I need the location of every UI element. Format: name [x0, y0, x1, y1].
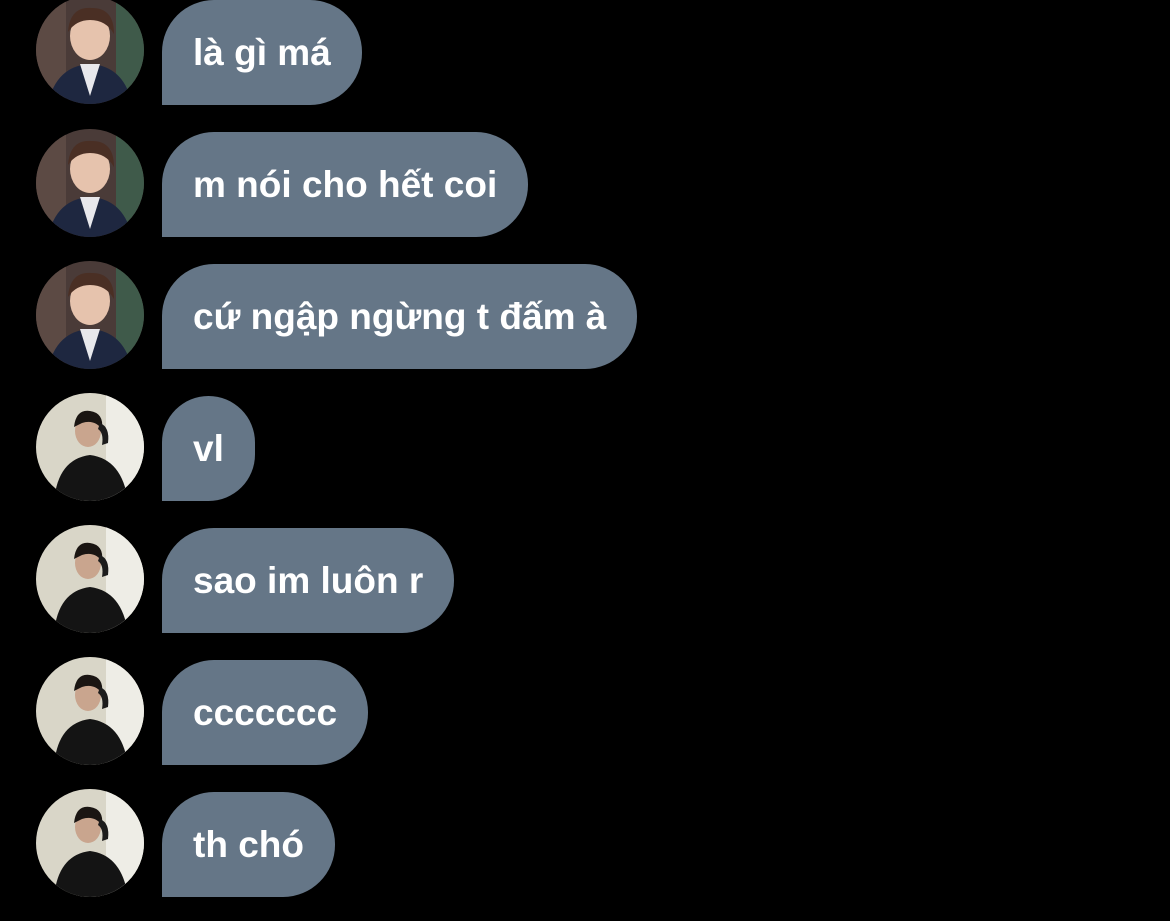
- message-bubble[interactable]: vl: [162, 396, 255, 501]
- message-row: m nói cho hết coi: [0, 129, 1170, 238]
- message-row: cứ ngập ngừng t đấm à: [0, 261, 1170, 370]
- boy-hanbok-avatar-icon: [36, 129, 144, 237]
- man-black-coat-avatar-icon: [36, 657, 144, 765]
- message-row: là gì má: [0, 0, 1170, 106]
- avatar[interactable]: [36, 129, 144, 237]
- message-bubble[interactable]: m nói cho hết coi: [162, 132, 529, 237]
- avatar[interactable]: [36, 789, 144, 897]
- avatar[interactable]: [36, 261, 144, 369]
- message-bubble[interactable]: là gì má: [162, 0, 362, 105]
- message-bubble[interactable]: ccccccc: [162, 660, 369, 765]
- man-black-coat-avatar-icon: [36, 789, 144, 897]
- man-black-coat-avatar-icon: [36, 525, 144, 633]
- avatar[interactable]: [36, 657, 144, 765]
- avatar[interactable]: [36, 525, 144, 633]
- message-row: ccccccc: [0, 657, 1170, 766]
- boy-hanbok-avatar-icon: [36, 261, 144, 369]
- message-bubble[interactable]: th chó: [162, 792, 335, 897]
- message-row: vl: [0, 393, 1170, 502]
- message-bubble[interactable]: sao im luôn r: [162, 528, 455, 633]
- message-bubble[interactable]: cứ ngập ngừng t đấm à: [162, 264, 638, 369]
- message-row: sao im luôn r: [0, 525, 1170, 634]
- message-row: th chó: [0, 789, 1170, 898]
- avatar[interactable]: [36, 0, 144, 104]
- boy-hanbok-avatar-icon: [36, 0, 144, 104]
- man-black-coat-avatar-icon: [36, 393, 144, 501]
- avatar[interactable]: [36, 393, 144, 501]
